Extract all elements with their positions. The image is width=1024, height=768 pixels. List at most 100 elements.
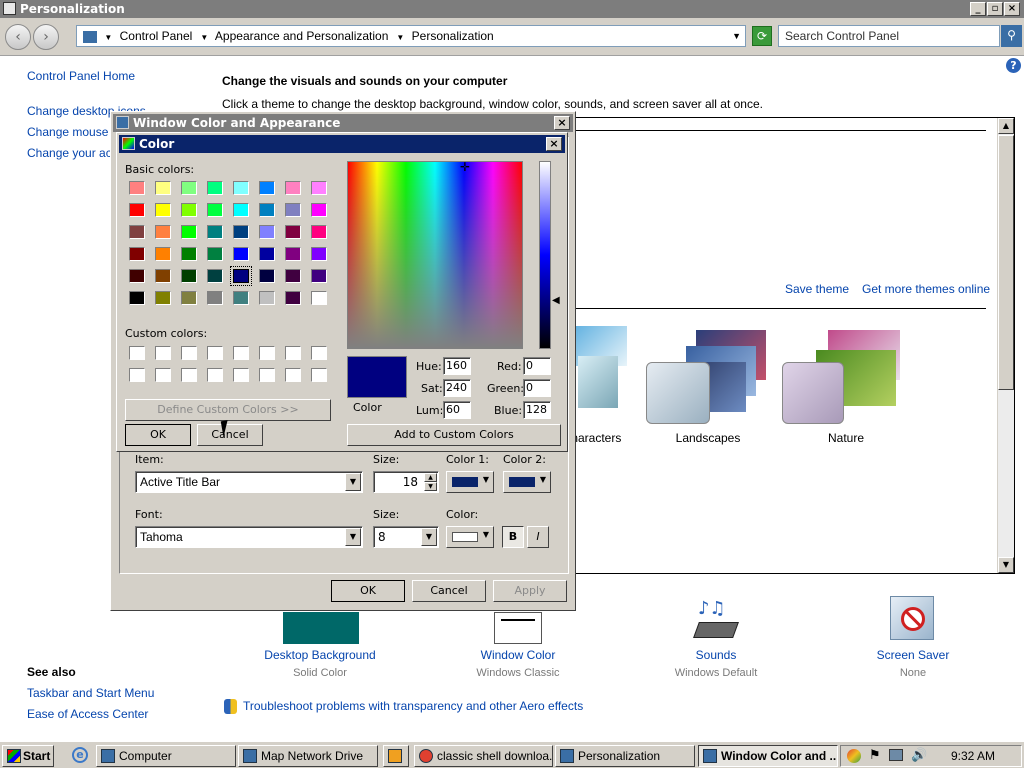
- basic-color-swatch[interactable]: [129, 225, 145, 239]
- basic-color-swatch[interactable]: [155, 247, 171, 261]
- basic-color-swatch[interactable]: [259, 269, 275, 283]
- internet-explorer-icon[interactable]: e: [72, 747, 88, 763]
- get-more-themes-link[interactable]: Get more themes online: [862, 282, 990, 296]
- custom-color-swatch[interactable]: [311, 346, 327, 360]
- custom-color-swatch[interactable]: [129, 346, 145, 360]
- basic-color-swatch[interactable]: [155, 269, 171, 283]
- basic-color-swatch[interactable]: [155, 225, 171, 239]
- window-color-link[interactable]: Window Color: [438, 648, 598, 662]
- custom-color-swatch[interactable]: [207, 346, 223, 360]
- clock[interactable]: 9:32 AM: [951, 749, 995, 763]
- basic-color-swatch[interactable]: [311, 203, 327, 217]
- basic-color-swatch[interactable]: [207, 247, 223, 261]
- custom-color-swatch[interactable]: [285, 346, 301, 360]
- basic-color-swatch[interactable]: [207, 291, 223, 305]
- sounds-icon[interactable]: ♪♫: [693, 598, 740, 642]
- basic-color-swatch[interactable]: [129, 203, 145, 217]
- maximize-button[interactable]: ▫: [987, 2, 1003, 16]
- define-custom-colors-button[interactable]: Define Custom Colors >>: [125, 399, 331, 421]
- custom-color-swatch[interactable]: [181, 346, 197, 360]
- cancel-button[interactable]: Cancel: [412, 580, 486, 602]
- troubleshoot-link[interactable]: Troubleshoot problems with transparency …: [243, 699, 583, 713]
- color2-picker[interactable]: ▼: [503, 471, 551, 493]
- chevron-down-icon[interactable]: ▼: [732, 26, 741, 46]
- control-panel-home-link[interactable]: Control Panel Home: [27, 69, 135, 83]
- slider-arrow-icon[interactable]: ◀: [552, 295, 560, 306]
- basic-color-swatch[interactable]: [181, 203, 197, 217]
- screen-saver-link[interactable]: Screen Saver: [833, 648, 993, 662]
- basic-color-swatch[interactable]: [311, 291, 327, 305]
- color-spectrum[interactable]: ✛: [347, 160, 523, 349]
- network-icon[interactable]: [889, 749, 903, 761]
- basic-color-swatch[interactable]: [181, 247, 197, 261]
- hue-input[interactable]: 160: [443, 357, 471, 375]
- taskbar-item-browser[interactable]: classic shell downloa...: [414, 745, 553, 767]
- search-input[interactable]: Search Control Panel: [778, 25, 1000, 47]
- basic-color-swatch[interactable]: [155, 203, 171, 217]
- basic-color-swatch[interactable]: [129, 247, 145, 261]
- luminance-slider[interactable]: [539, 161, 551, 349]
- basic-color-swatch[interactable]: [233, 225, 249, 239]
- basic-color-swatch[interactable]: [259, 225, 275, 239]
- chevron-down-icon[interactable]: ▼: [200, 33, 208, 42]
- breadcrumb-control-panel[interactable]: Control Panel: [120, 29, 193, 43]
- basic-color-swatch[interactable]: [311, 181, 327, 195]
- forward-button[interactable]: ›: [33, 24, 59, 50]
- volume-icon[interactable]: 🔊: [911, 748, 927, 763]
- basic-color-swatch[interactable]: [233, 181, 249, 195]
- basic-color-swatch[interactable]: [311, 269, 327, 283]
- chevron-down-icon[interactable]: ▼: [421, 528, 437, 546]
- save-theme-link[interactable]: Save theme: [785, 282, 849, 296]
- scroll-down-icon[interactable]: ▼: [998, 557, 1014, 573]
- basic-color-swatch[interactable]: [207, 203, 223, 217]
- basic-color-swatch[interactable]: [181, 291, 197, 305]
- custom-color-swatch[interactable]: [207, 368, 223, 382]
- breadcrumb-appearance[interactable]: Appearance and Personalization: [215, 29, 388, 43]
- basic-color-swatch[interactable]: [129, 291, 145, 305]
- desktop-background-link[interactable]: Desktop Background: [240, 648, 400, 662]
- custom-color-swatch[interactable]: [259, 346, 275, 360]
- desktop-background-icon[interactable]: [283, 612, 359, 644]
- close-button[interactable]: ×: [546, 137, 562, 151]
- add-to-custom-colors-button[interactable]: Add to Custom Colors: [347, 424, 561, 446]
- taskbar-item-computer[interactable]: Computer: [96, 745, 236, 767]
- flag-icon[interactable]: ⚑: [869, 748, 881, 763]
- custom-color-swatch[interactable]: [285, 368, 301, 382]
- basic-color-swatch[interactable]: [207, 181, 223, 195]
- close-button[interactable]: ×: [1004, 2, 1020, 16]
- basic-color-swatch[interactable]: [285, 225, 301, 239]
- ok-button[interactable]: OK: [125, 424, 191, 446]
- basic-color-swatch[interactable]: [259, 181, 275, 195]
- color1-picker[interactable]: ▼: [446, 471, 494, 493]
- theme-landscapes[interactable]: [646, 330, 776, 430]
- custom-color-swatch[interactable]: [129, 368, 145, 382]
- basic-color-swatch[interactable]: [181, 181, 197, 195]
- blue-input[interactable]: 128: [523, 401, 551, 419]
- basic-color-swatch[interactable]: [207, 269, 223, 283]
- basic-color-swatch[interactable]: [311, 225, 327, 239]
- item-dropdown[interactable]: Active Title Bar ▼: [135, 471, 363, 493]
- apply-button[interactable]: Apply: [493, 580, 567, 602]
- red-input[interactable]: 0: [523, 357, 551, 375]
- vertical-scrollbar[interactable]: ▲ ▼: [997, 118, 1014, 573]
- chrome-icon[interactable]: [847, 749, 861, 763]
- chevron-down-icon[interactable]: ▼: [396, 33, 404, 42]
- theme-nature[interactable]: [782, 330, 912, 430]
- basic-color-swatch[interactable]: [285, 291, 301, 305]
- scroll-thumb[interactable]: [998, 135, 1014, 390]
- custom-color-swatch[interactable]: [181, 368, 197, 382]
- basic-color-swatch[interactable]: [259, 203, 275, 217]
- taskbar-item-media[interactable]: [383, 745, 409, 767]
- basic-color-swatch[interactable]: [207, 225, 223, 239]
- basic-color-swatch[interactable]: [259, 291, 275, 305]
- chevron-up-icon[interactable]: ▲: [424, 473, 437, 482]
- custom-color-swatch[interactable]: [155, 368, 171, 382]
- sounds-link[interactable]: Sounds: [636, 648, 796, 662]
- basic-color-swatch[interactable]: [285, 247, 301, 261]
- start-button[interactable]: Start: [2, 745, 54, 767]
- green-input[interactable]: 0: [523, 379, 551, 397]
- back-button[interactable]: ‹: [5, 24, 31, 50]
- taskbar-item-window-color[interactable]: Window Color and ...: [698, 745, 838, 767]
- lum-input[interactable]: 60: [443, 401, 471, 419]
- basic-color-swatch[interactable]: [155, 181, 171, 195]
